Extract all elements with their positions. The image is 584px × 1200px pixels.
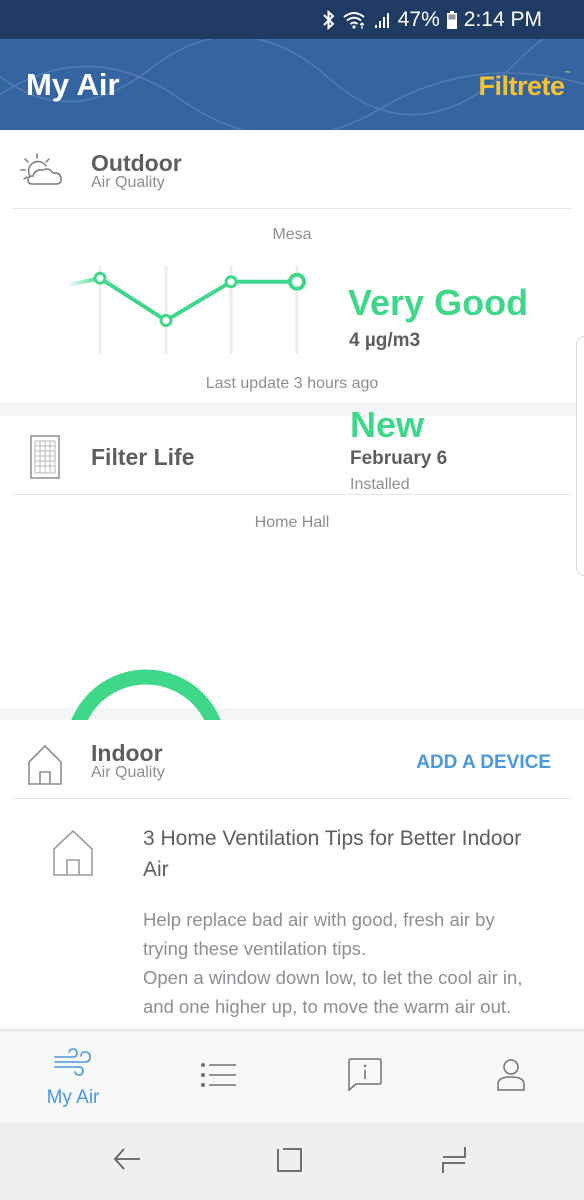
outdoor-card-header: Outdoor Air Quality (0, 130, 584, 208)
filter-title: Filter Life (91, 444, 195, 470)
house-icon (20, 740, 70, 790)
wind-icon (53, 1046, 93, 1085)
battery-icon (446, 10, 458, 30)
clock: 2:14 PM (463, 7, 542, 31)
home-button[interactable] (270, 1142, 310, 1182)
filter-install-date: February 6 (350, 448, 448, 469)
list-icon (200, 1060, 238, 1095)
indoor-card-header: Indoor Air Quality ADD A DEVICE (0, 720, 584, 798)
outdoor-status: Very Good (348, 282, 529, 323)
dashboard-content[interactable]: Outdoor Air Quality Mesa Very Good 4 µg/… (0, 130, 584, 1030)
trend-point (224, 275, 238, 289)
nav-info[interactable] (292, 1031, 438, 1123)
trend-point (93, 271, 107, 285)
app-bar: My Air Filtrete™ (0, 39, 584, 130)
outdoor-trend-chart (65, 266, 306, 354)
nav-list[interactable] (146, 1031, 292, 1123)
outdoor-location: Mesa (272, 226, 312, 243)
nav-profile[interactable] (438, 1031, 584, 1123)
profile-icon (496, 1058, 526, 1097)
status-bar: 47% 2:14 PM (0, 0, 584, 39)
nav-my-air-label: My Air (46, 1086, 100, 1108)
divider (13, 208, 571, 209)
trend-segment (98, 276, 168, 323)
signal-icon (374, 10, 392, 30)
back-button[interactable] (107, 1142, 147, 1182)
trademark: ™ (564, 71, 571, 77)
filter-location: Home Hall (254, 514, 330, 531)
edge-panel-handle[interactable] (576, 336, 584, 576)
filter-life-card[interactable]: Filter Life Home Hall 100% New February … (0, 404, 584, 810)
filter-icon (20, 432, 70, 482)
wifi-icon (342, 10, 368, 30)
last-update: Last update 3 hours ago (205, 375, 379, 392)
add-device-button[interactable]: ADD A DEVICE (416, 752, 551, 774)
outdoor-title: Outdoor (91, 150, 182, 176)
nav-my-air[interactable]: My Air (0, 1031, 146, 1123)
recents-icon (439, 1145, 469, 1180)
recents-button[interactable] (434, 1142, 474, 1182)
outdoor-value: 4 µg/m3 (349, 330, 421, 351)
indoor-air-quality-card[interactable]: Indoor Air Quality ADD A DEVICE 3 Home V… (0, 720, 584, 1030)
ventilation-tip[interactable]: 3 Home Ventilation Tips for Better Indoo… (0, 799, 584, 1030)
filtrete-logo: Filtrete™ (478, 71, 570, 102)
trend-point-current (288, 272, 306, 291)
trend-point (159, 314, 173, 327)
home-square-icon (275, 1145, 305, 1180)
filter-card-header: Filter Life (0, 416, 584, 494)
outdoor-air-quality-card[interactable]: Outdoor Air Quality Mesa Very Good 4 µg/… (0, 130, 584, 403)
indoor-title: Indoor (91, 740, 163, 766)
page-title: My Air (26, 67, 120, 102)
info-chat-icon (347, 1057, 383, 1097)
system-navigation-bar (0, 1122, 584, 1200)
indoor-subtitle: Air Quality (91, 764, 165, 781)
bluetooth-icon (322, 9, 336, 30)
bottom-navigation: My Air (0, 1030, 584, 1122)
battery-percent: 47% (397, 7, 440, 31)
partly-cloudy-icon (20, 146, 70, 196)
filter-status: New (350, 404, 425, 445)
tip-body: Help replace bad air with good, fresh ai… (143, 909, 523, 1017)
house-icon (52, 829, 94, 882)
back-arrow-icon (112, 1145, 142, 1180)
divider (13, 494, 571, 495)
brand-name: Filtrete (478, 71, 565, 101)
trend-segment (164, 280, 233, 323)
filter-installed-label: Installed (350, 476, 410, 493)
outdoor-subtitle: Air Quality (91, 174, 165, 191)
tip-title: 3 Home Ventilation Tips for Better Indoo… (143, 827, 522, 881)
